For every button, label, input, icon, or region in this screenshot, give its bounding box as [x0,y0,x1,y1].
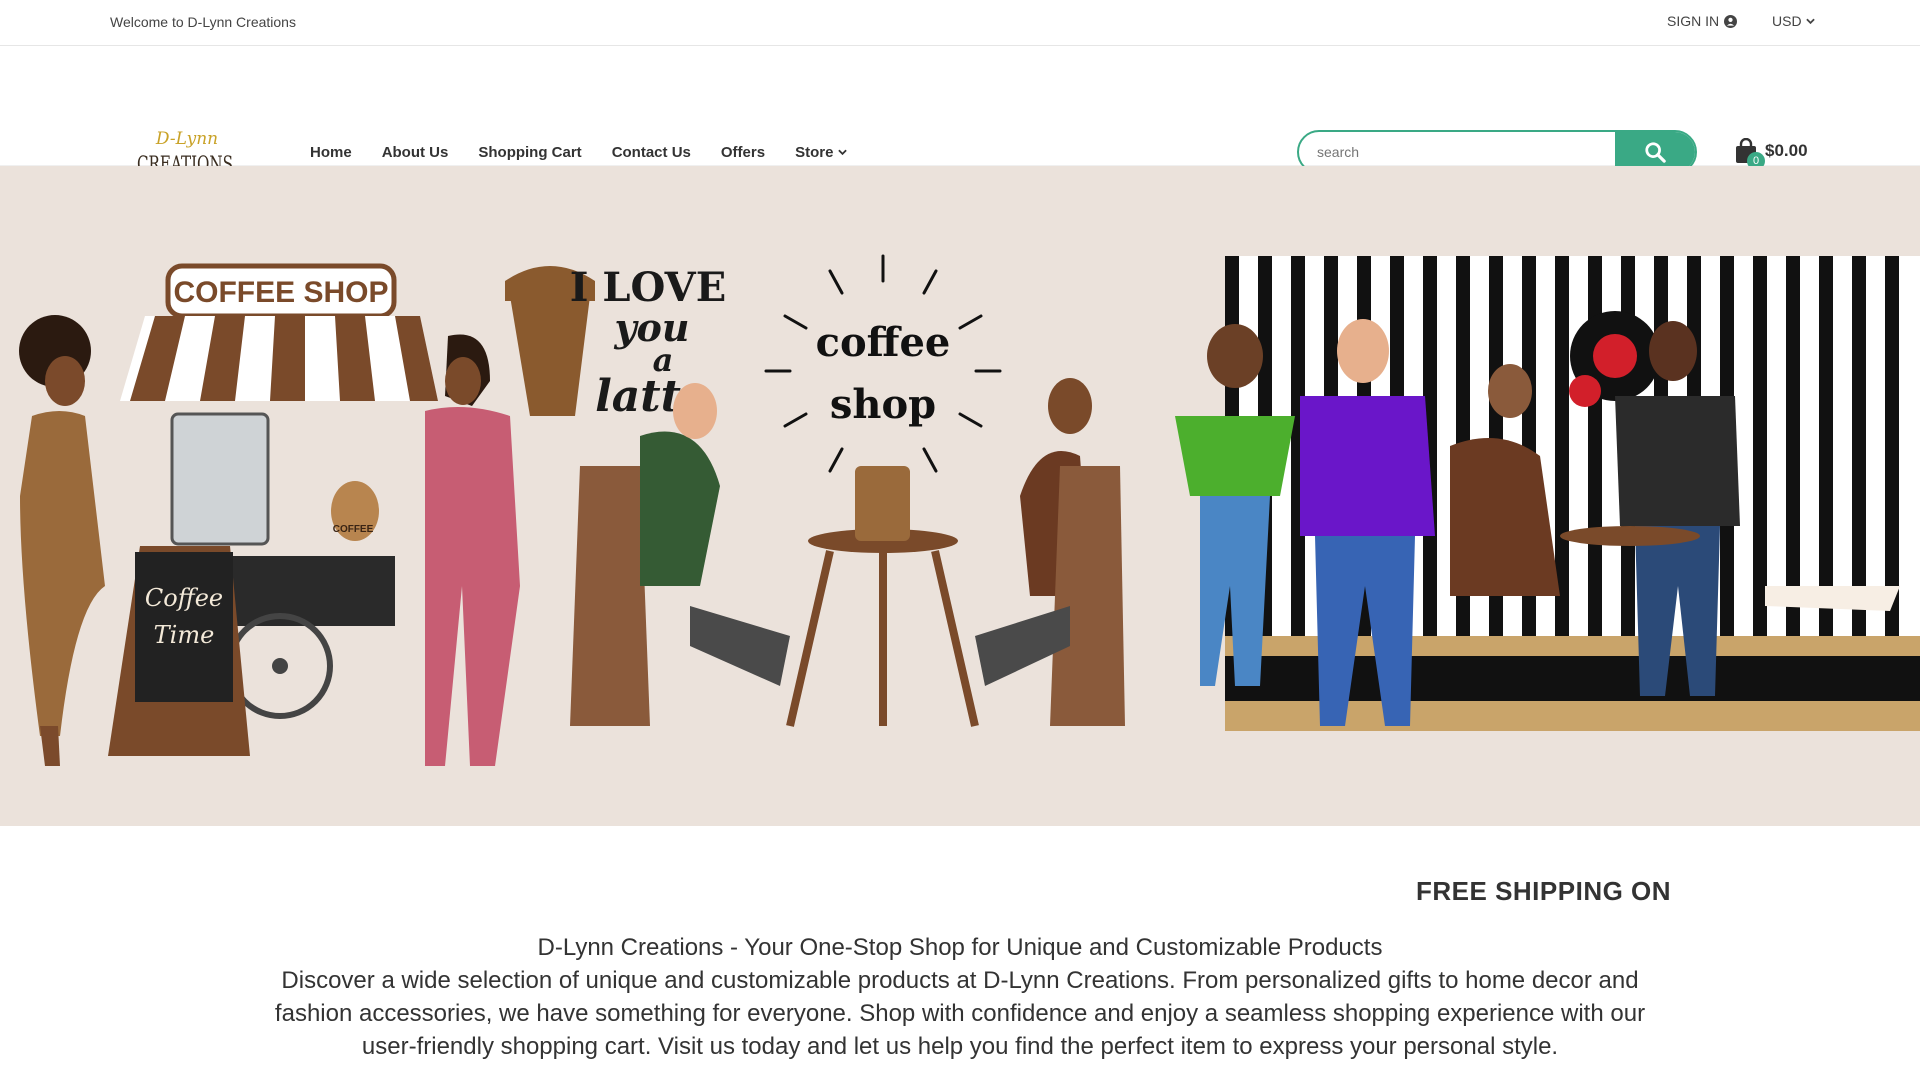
chalkboard-line2: Time [154,621,215,649]
welcome-text: Welcome to D-Lynn Creations [110,14,296,30]
user-icon [1724,14,1738,28]
nav-contact-us[interactable]: Contact Us [612,144,691,161]
figure-pink-outfit [425,334,520,766]
nav-store[interactable]: Store [795,144,848,161]
cart-total: $0.00 [1765,141,1808,160]
love-line1: I LOVE [570,264,726,311]
sign-in-link[interactable]: SIGN IN [1667,13,1738,29]
center-line2: shop [830,381,936,428]
intro-body: Discover a wide selection of unique and … [274,967,1646,1060]
hero-banner[interactable]: COFFEE SHOP Coffee Time COFFEE I LOVE yo… [0,166,1920,826]
nav-home[interactable]: Home [310,144,352,161]
header: D-Lynn CREATIONS Home About Us Shopping … [0,46,1920,176]
coffee-shop-sign: COFFEE SHOP [173,276,388,309]
currency-label: USD [1772,13,1802,29]
chalkboard-line1: Coffee [145,584,223,612]
chevron-down-icon [1805,18,1815,24]
nav-store-label: Store [795,144,834,161]
currency-selector[interactable]: USD [1772,13,1815,29]
nav-offers[interactable]: Offers [721,144,765,161]
figure-leopard-dress [19,315,105,766]
cafe-table-scene [570,378,1125,727]
mini-cart[interactable]: 0 $0.00 [1735,137,1808,170]
chevron-down-icon [838,149,848,156]
logo-script-text: D-Lynn [155,129,218,149]
sign-in-label: SIGN IN [1667,13,1720,29]
intro-section: D-Lynn Creations - Your One-Stop Shop fo… [260,931,1660,1063]
hero-illustration: COFFEE SHOP Coffee Time COFFEE I LOVE yo… [19,254,1920,766]
cart-bag: 0 [1735,137,1765,170]
free-shipping-banner: FREE SHIPPING ON [1416,876,1672,906]
intro-heading: D-Lynn Creations - Your One-Stop Shop fo… [537,934,1383,961]
coffee-cart: COFFEE SHOP Coffee Time COFFEE [108,263,438,756]
center-line1: coffee [816,319,951,366]
coffee-bag-label: COFFEE [333,524,374,535]
main-nav: Home About Us Shopping Cart Contact Us O… [310,144,877,161]
nav-about-us[interactable]: About Us [382,144,449,161]
love-line2: you [613,305,689,350]
nav-shopping-cart[interactable]: Shopping Cart [478,144,581,161]
top-bar: Welcome to D-Lynn Creations SIGN IN USD [0,0,1920,46]
search-icon [1645,142,1666,163]
